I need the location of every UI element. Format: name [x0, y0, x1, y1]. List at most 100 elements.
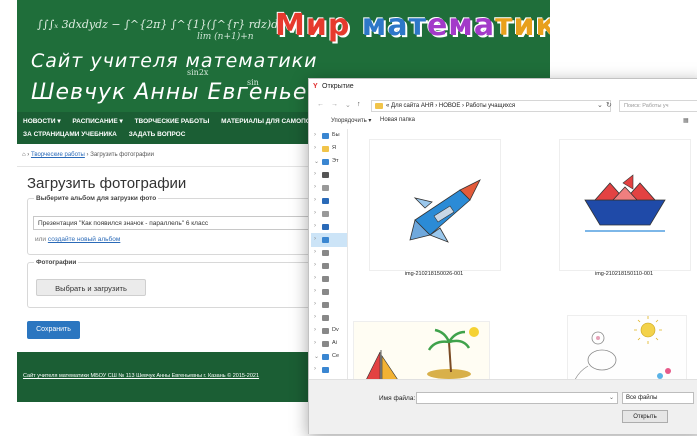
breadcrumb: ⌂ › Творческие работы › Загрузить фотогр… [22, 152, 154, 158]
nav-ask-question[interactable]: ЗАДАТЬ ВОПРОС [129, 131, 186, 138]
chevron-icon[interactable]: › [314, 327, 316, 333]
sidebar-item[interactable]: › [311, 311, 347, 325]
address-path: « Для сайта АНЯ › НОВОЕ › Работы учащихс… [386, 103, 516, 109]
home-icon[interactable]: ⌂ [22, 152, 26, 158]
dialog-search-input[interactable]: Поиск: Работы уч [619, 100, 697, 112]
sidebar-item[interactable]: › [311, 259, 347, 273]
file-thumbnail[interactable] [353, 321, 490, 379]
breadcrumb-link-creative[interactable]: Творческие работы [31, 152, 85, 158]
chevron-icon[interactable]: › [314, 314, 316, 320]
sidebar-item[interactable]: › [311, 220, 347, 234]
download-icon [322, 198, 329, 204]
drive-icon [322, 328, 329, 334]
album-select[interactable]: Презентация "Как появился значок - парал… [33, 216, 310, 230]
sidebar-item[interactable]: › [311, 272, 347, 286]
sidebar-item[interactable]: › [311, 298, 347, 312]
ship-drawing [584, 174, 666, 232]
chevron-down-icon[interactable]: ⌄ [345, 101, 351, 109]
nav-self-study[interactable]: МАТЕРИАЛЫ ДЛЯ САМОПО [221, 118, 311, 125]
banner-formula-lim: lim (n+1)+n [197, 32, 254, 42]
filetype-select[interactable]: Все файлы [622, 392, 694, 404]
filename-label: Имя файла: [379, 395, 416, 402]
breadcrumb-current: Загрузить фотографии [90, 152, 154, 158]
rocket-drawing [409, 179, 481, 243]
file-thumbnail[interactable] [369, 139, 501, 271]
nav-schedule[interactable]: РАСПИСАНИЕ ▾ [72, 118, 122, 125]
back-arrow-icon[interactable]: ← [317, 101, 324, 108]
dialog-toolbar: Упорядочить ▾ Новая папка ▦ [309, 114, 697, 128]
address-bar[interactable]: « Для сайта АНЯ › НОВОЕ › Работы учащихс… [371, 100, 611, 112]
chevron-icon[interactable]: › [314, 210, 316, 216]
sidebar-item[interactable]: › [311, 207, 347, 221]
sidebar-item[interactable]: › [311, 181, 347, 195]
drive-icon [322, 315, 329, 321]
sidebar-item[interactable]: › [311, 233, 347, 247]
sidebar-item[interactable]: ⌄ Се [311, 350, 347, 364]
sidebar-item-label: Я [332, 145, 336, 151]
organize-button[interactable]: Упорядочить ▾ [331, 117, 371, 124]
nav-creative-works[interactable]: ТВОРЧЕСКИЕ РАБОТЫ [135, 118, 210, 125]
sidebar-item[interactable]: › [311, 194, 347, 208]
sidebar-item[interactable]: › Dv [311, 324, 347, 338]
chevron-icon[interactable]: › [314, 132, 316, 138]
refresh-icon[interactable]: ↻ [606, 101, 612, 109]
document-icon [322, 185, 329, 191]
up-arrow-icon[interactable]: ↑ [357, 101, 361, 108]
chevron-icon[interactable]: › [314, 197, 316, 203]
sidebar-item[interactable]: › [311, 363, 347, 377]
open-button[interactable]: Открыть [622, 410, 668, 423]
sidebar-item[interactable]: › [311, 246, 347, 260]
file-name[interactable]: img-210218150026-001 [369, 271, 499, 277]
chevron-icon[interactable]: › [314, 340, 316, 346]
sidebar-item[interactable]: › Я [311, 142, 347, 156]
file-name[interactable]: img-210218150110-001 [559, 271, 689, 277]
sidebar-item[interactable]: › [311, 168, 347, 182]
chevron-icon[interactable]: ⌄ [314, 353, 319, 360]
divider [17, 166, 310, 167]
view-options-icon[interactable]: ▦ [683, 117, 689, 124]
sidebar-item[interactable]: ⌄ Эт [311, 155, 347, 169]
sidebar-item[interactable]: › Бы [311, 129, 347, 143]
new-folder-button[interactable]: Новая папка [380, 117, 415, 123]
sidebar-item[interactable]: › [311, 285, 347, 299]
choose-upload-button[interactable]: Выбрать и загрузить [36, 279, 146, 296]
file-thumbnail[interactable] [567, 315, 687, 379]
page-title: Загрузить фотографии [27, 175, 187, 192]
chevron-icon[interactable]: › [314, 275, 316, 281]
save-button[interactable]: Сохранить [27, 321, 80, 339]
chevron-icon[interactable]: › [314, 288, 316, 294]
footer-text[interactable]: Сайт учителя математики МБОУ СШ № 113 Ше… [23, 373, 259, 379]
chevron-icon[interactable]: › [314, 236, 316, 242]
chevron-icon[interactable]: › [314, 145, 316, 151]
site-title-line-2: Шевчук Анны Евгенье [31, 80, 308, 105]
chevron-icon[interactable]: › [314, 171, 316, 177]
folder-icon [375, 103, 383, 109]
chevron-icon[interactable]: › [314, 366, 316, 372]
file-thumbnail[interactable] [559, 139, 691, 271]
dialog-address-row: ← → ⌄ ↑ « Для сайта АНЯ › НОВОЕ › Работы… [309, 96, 697, 114]
forward-arrow-icon[interactable]: → [331, 101, 338, 108]
sidebar-item-label: Эт [332, 158, 339, 164]
dropdown-icon[interactable]: ⌄ [597, 101, 603, 109]
chevron-icon[interactable]: › [314, 301, 316, 307]
chevron-icon[interactable]: › [314, 249, 316, 255]
dialog-footer: Имя файла: ⌄ Все файлы Открыть [309, 379, 697, 434]
monitor-icon [322, 367, 329, 373]
chevron-icon[interactable]: › [314, 262, 316, 268]
site-logo[interactable]: Мир математики [275, 8, 550, 43]
music-icon [322, 224, 329, 230]
chevron-icon[interactable]: › [314, 184, 316, 190]
sidebar-item[interactable]: › Ai [311, 337, 347, 351]
nav-news[interactable]: НОВОСТИ ▾ [23, 118, 61, 125]
open-file-dialog: Y Открытие ← → ⌄ ↑ « Для сайта АНЯ › НОВ… [308, 78, 697, 434]
create-album-link[interactable]: создайте новый альбом [48, 236, 120, 243]
dialog-titlebar[interactable]: Y Открытие [309, 79, 697, 96]
cube-icon [322, 172, 329, 178]
logo-part-4: тики [495, 8, 550, 43]
chevron-icon[interactable]: ⌄ [314, 158, 319, 165]
logo-part-3: ема [426, 8, 496, 43]
nav-beyond-textbook[interactable]: ЗА СТРАНИЦАМИ УЧЕБНИКА [23, 131, 117, 138]
chevron-icon[interactable]: › [314, 223, 316, 229]
filename-input[interactable]: ⌄ [416, 392, 618, 404]
chevron-down-icon[interactable]: ⌄ [609, 394, 614, 401]
